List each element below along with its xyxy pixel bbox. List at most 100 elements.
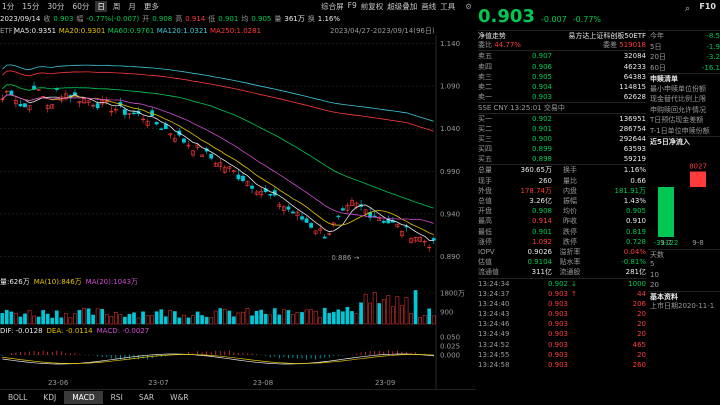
panel-tab[interactable]: F10	[699, 2, 716, 11]
redemption-item: 申购赎回允许情况	[650, 105, 706, 114]
bid-label: 买五	[478, 155, 492, 164]
volume-bar	[82, 308, 86, 325]
quote-panel: 0.903 -0.007 -0.77% 净值走势 易方达上证科创板50ETF 委…	[478, 0, 646, 405]
tick-price: 0.902	[547, 279, 568, 288]
tick-direction-icon	[568, 340, 580, 350]
indicator-tab[interactable]: BOLL	[0, 391, 35, 404]
ask-row[interactable]: 卖一 0.903 62628	[478, 92, 646, 102]
tick-volume: 20	[637, 310, 646, 319]
tick-volume: 206	[632, 299, 646, 308]
settings-icon[interactable]: ⚙	[465, 2, 472, 11]
diff-value: 519018	[619, 41, 646, 50]
volume-bar	[4, 309, 9, 325]
ask-row[interactable]: 卖四 0.906 46233	[478, 62, 646, 72]
stat-value: 178.74万	[520, 186, 553, 195]
date-tick-label: 23-07	[148, 379, 168, 387]
indicator-tab[interactable]: MACD	[64, 391, 103, 404]
indicator-tab[interactable]: W&R	[162, 391, 196, 404]
toolbar-item[interactable]: 工具	[440, 1, 455, 12]
toolbar-item[interactable]: F9	[348, 1, 357, 12]
info-date: 2023/09/14	[0, 15, 41, 23]
volume-bar	[431, 315, 436, 325]
price-tick-label: 0.890	[440, 253, 460, 261]
search-icon[interactable]: ⌕	[685, 4, 690, 14]
candle-body	[304, 218, 309, 223]
indicator-tab[interactable]: KDJ	[35, 391, 64, 404]
stat-label: 均价	[563, 207, 577, 216]
tick-row: 13:24:49 0.903 20	[478, 329, 646, 339]
candle-body	[336, 215, 341, 218]
bid-row[interactable]: 买五 0.898 59219	[478, 154, 646, 164]
period-tab[interactable]: 60分	[70, 1, 91, 12]
indicator-tab[interactable]: SAR	[131, 391, 162, 404]
tick-volume: 465	[632, 340, 646, 349]
bid-row[interactable]: 买一 0.902 136951	[478, 114, 646, 124]
ask-row[interactable]: 卖五 0.907 32084	[478, 51, 646, 61]
stats-row: 开盘 0.908 均价 0.905	[478, 206, 646, 216]
period-tab[interactable]: 日	[95, 1, 107, 12]
period-tab[interactable]: 30分	[45, 1, 66, 12]
return-label: 20日	[650, 53, 666, 61]
candle-body	[286, 206, 291, 210]
ask-row[interactable]: 卖三 0.905 64383	[478, 72, 646, 82]
days-item[interactable]: 5	[650, 259, 720, 270]
indicator-tab[interactable]: RSI	[103, 391, 131, 404]
avg-value: 0.905	[251, 15, 272, 23]
volume-bar	[159, 309, 164, 325]
tick-volume: 44	[637, 289, 646, 298]
avg-label: 均	[241, 15, 249, 23]
volume-bar	[123, 316, 127, 325]
tick-direction-icon	[568, 299, 580, 309]
tick-price: 0.903	[547, 289, 568, 298]
period-toolbar: 1分 15分 30分 60分日周月更多 综合屏 F9 前复权 超级叠加 画线 工具 ⚙	[0, 0, 476, 13]
toolbar-item[interactable]: 超级叠加	[387, 1, 417, 12]
net-trend-link[interactable]: 净值走势	[478, 31, 506, 40]
tick-row: 13:24:40 0.903 206	[478, 299, 646, 309]
stat-label: 最高	[478, 217, 492, 226]
ask-row[interactable]: 卖二 0.904 114815	[478, 82, 646, 92]
volume-bar	[36, 316, 41, 325]
open-label: 开	[142, 15, 150, 23]
bid-row[interactable]: 买二 0.901 286754	[478, 124, 646, 134]
return-label: 今年	[650, 32, 664, 40]
volume-bar	[391, 306, 395, 325]
stat-label: 涨停	[478, 237, 492, 246]
volume-tick-label: 900	[440, 309, 453, 317]
return-value: -8.5	[706, 32, 720, 40]
volume-bar	[268, 314, 273, 325]
days-item[interactable]: 10	[650, 270, 720, 281]
stat-label: 现手	[478, 176, 492, 185]
flow-bar	[658, 186, 674, 237]
stat-value: 260	[538, 176, 552, 185]
volume-bar	[331, 311, 336, 325]
volume-tick-label: 1800万	[440, 290, 465, 298]
redemption-item: 现金替代比例上限	[650, 95, 706, 103]
tick-row: 13:24:58 0.903 260	[478, 360, 646, 370]
stats-row: 现手 260 量比 0.66	[478, 176, 646, 186]
tick-time: 13:24:49	[478, 330, 510, 339]
toolbar-item[interactable]: 综合屏	[321, 1, 344, 12]
days-item[interactable]: 20	[650, 280, 720, 291]
bid-row[interactable]: 买四 0.899 63593	[478, 144, 646, 154]
return-row: 今年 -8.5	[650, 31, 720, 42]
bid-row[interactable]: 买三 0.900 292644	[478, 134, 646, 144]
toolbar-item[interactable]: 画线	[421, 1, 436, 12]
period-tab[interactable]: 月	[126, 1, 138, 12]
diff-label: 委差	[603, 41, 618, 50]
period-tab[interactable]: 15分	[20, 1, 41, 12]
toolbar-item[interactable]: 前复权	[361, 1, 384, 12]
candle-body	[236, 174, 241, 180]
basic-info-title: 基本资料	[648, 290, 720, 302]
price-tick-label: 0.940	[440, 210, 460, 218]
return-value: -16.1	[701, 63, 720, 72]
redemption-item: T-1日单位申赎份额	[650, 126, 710, 135]
volume-bar	[68, 317, 73, 325]
period-tab[interactable]: 更多	[142, 1, 161, 12]
stat-label: 贴水率	[559, 258, 581, 267]
stat-value: 0.910	[625, 217, 646, 226]
period-tab[interactable]: 1分	[0, 1, 16, 12]
period-tab[interactable]: 周	[111, 1, 123, 12]
low-marker: 0.886 →	[331, 254, 359, 262]
volume-bar	[145, 315, 150, 325]
tick-row: 13:24:34 0.902 ↓ 1000	[478, 279, 646, 289]
